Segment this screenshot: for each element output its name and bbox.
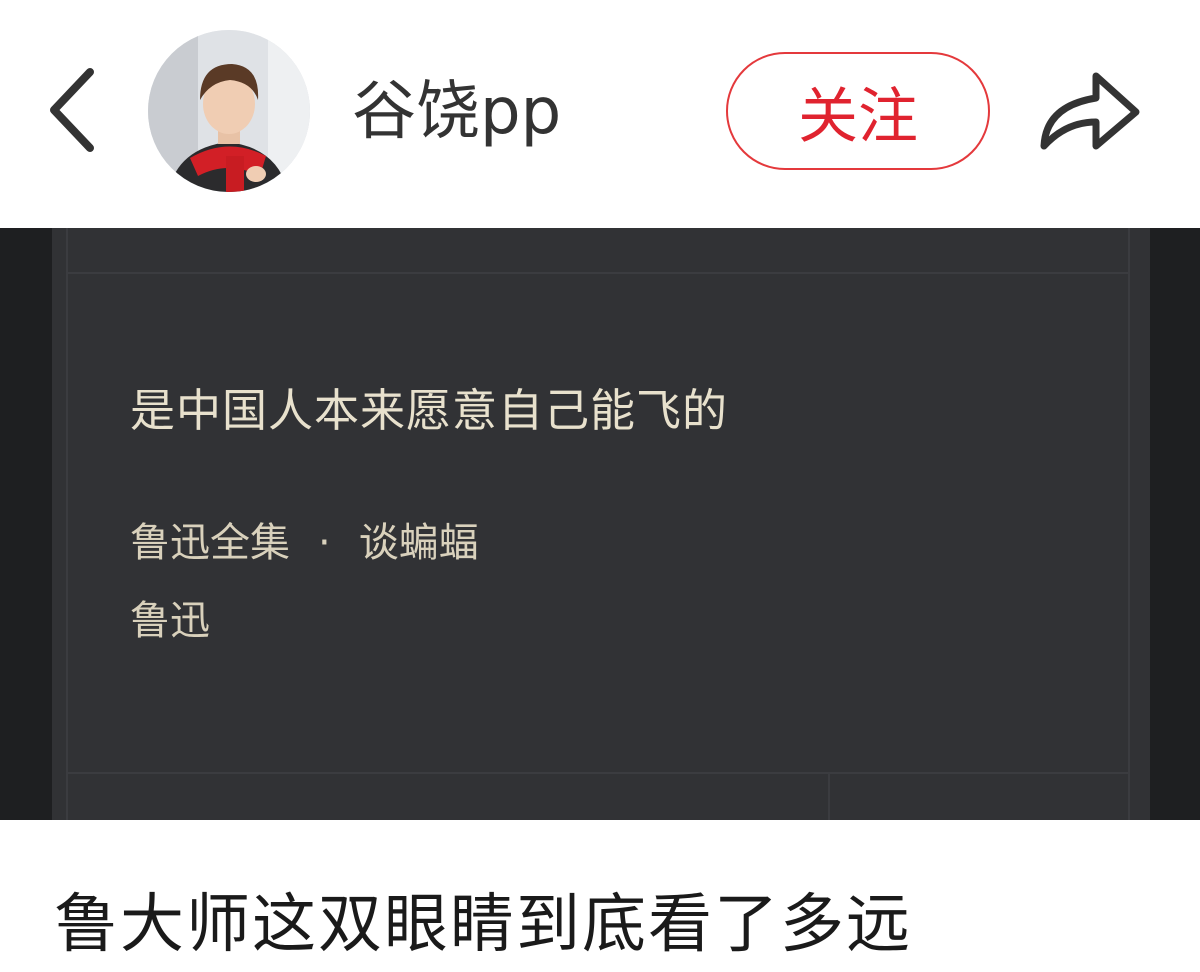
quote-source: 鲁迅全集 · 谈蝙蝠 bbox=[130, 510, 479, 568]
chevron-left-icon bbox=[50, 68, 94, 152]
avatar[interactable] bbox=[148, 30, 310, 192]
frame-divider bbox=[66, 272, 1128, 274]
share-icon bbox=[1040, 72, 1140, 150]
frame-divider bbox=[828, 774, 830, 820]
source-chapter: 谈蝙蝠 bbox=[358, 520, 479, 566]
frame-divider bbox=[1128, 228, 1130, 820]
source-book: 鲁迅全集 bbox=[130, 520, 290, 566]
frame-divider bbox=[66, 772, 1128, 774]
source-separator: · bbox=[318, 520, 331, 566]
quote-text: 是中国人本来愿意自己能飞的 bbox=[130, 384, 729, 437]
back-button[interactable] bbox=[40, 60, 104, 160]
avatar-image bbox=[148, 30, 310, 192]
frame-edge-left bbox=[0, 228, 52, 820]
share-button[interactable] bbox=[1036, 60, 1146, 160]
post-title: 鲁大师这双眼睛到底看了多远 bbox=[54, 888, 912, 962]
username[interactable]: 谷饶pp bbox=[352, 72, 561, 152]
follow-button[interactable]: 关注 bbox=[726, 52, 990, 170]
embedded-quote-image: 是中国人本来愿意自己能飞的 鲁迅全集 · 谈蝙蝠 鲁迅 bbox=[0, 228, 1200, 820]
post-header: 谷饶pp 关注 bbox=[0, 0, 1200, 228]
quote-author: 鲁迅 bbox=[130, 598, 210, 644]
watermark-overlay bbox=[1000, 910, 1190, 970]
frame-divider bbox=[66, 228, 68, 820]
frame-edge-right bbox=[1150, 228, 1200, 820]
